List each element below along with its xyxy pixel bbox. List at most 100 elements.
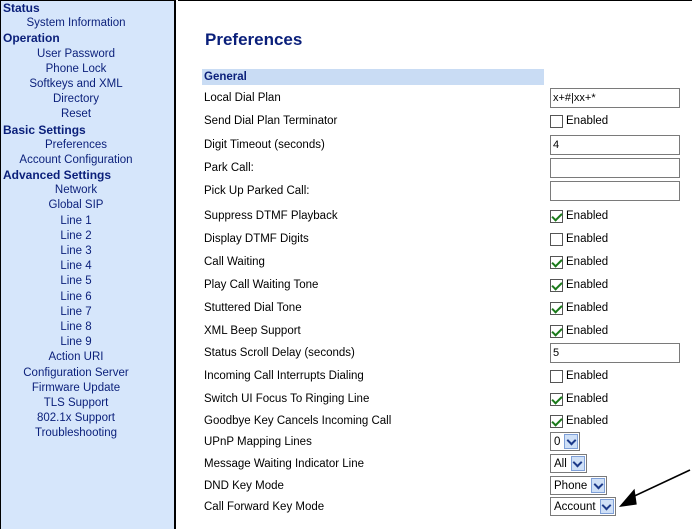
settings-row: Send Dial Plan Terminator Enabled <box>202 111 682 133</box>
setting-control <box>550 343 680 363</box>
nav-section-title: Advanced Settings <box>3 168 112 183</box>
sidebar-item-tls-support[interactable]: TLS Support <box>1 396 151 411</box>
setting-label: Incoming Call Interrupts Dialing <box>204 370 364 382</box>
checked-checkbox-icon[interactable] <box>550 210 563 223</box>
unchecked-checkbox-icon[interactable] <box>550 233 563 246</box>
sidebar-item-802-1x-support[interactable]: 802.1x Support <box>1 411 151 426</box>
setting-label: Park Call: <box>204 162 254 174</box>
setting-label: Goodbye Key Cancels Incoming Call <box>204 415 392 427</box>
enabled-checkbox-wrap: Enabled <box>550 389 608 409</box>
sidebar-item-line-7[interactable]: Line 7 <box>1 305 151 320</box>
sidebar-item-action-uri[interactable]: Action URI <box>1 350 151 365</box>
checked-checkbox-icon[interactable] <box>550 325 563 338</box>
setting-select[interactable]: All <box>550 454 587 473</box>
enabled-checkbox-wrap: Enabled <box>550 252 608 272</box>
setting-select[interactable]: Phone <box>550 476 608 495</box>
select-value: Phone <box>554 479 588 492</box>
setting-label: Switch UI Focus To Ringing Line <box>204 393 370 405</box>
setting-label: UPnP Mapping Lines <box>204 436 312 448</box>
enabled-checkbox-wrap: Enabled <box>550 111 608 131</box>
checked-checkbox-icon[interactable] <box>550 415 563 428</box>
section-header: General <box>202 69 544 85</box>
sidebar-item-line-3[interactable]: Line 3 <box>1 244 151 259</box>
sidebar-item-line-1[interactable]: Line 1 <box>1 214 151 229</box>
sidebar-item-system-information[interactable]: System Information <box>1 16 151 31</box>
sidebar-item-phone-lock[interactable]: Phone Lock <box>1 62 151 77</box>
checkbox-label: Enabled <box>566 302 609 314</box>
sidebar-item-global-sip[interactable]: Global SIP <box>1 198 151 213</box>
nav-group: Operation User Password Phone Lock Softkeys… <box>1 31 174 122</box>
setting-text-input[interactable] <box>550 158 680 178</box>
setting-control: Enabled <box>550 275 608 295</box>
enabled-checkbox-wrap: Enabled <box>550 229 608 249</box>
sidebar-item-line-4[interactable]: Line 4 <box>1 259 151 274</box>
checkbox-label: Enabled <box>566 415 609 427</box>
unchecked-checkbox-icon[interactable] <box>550 115 563 128</box>
sidebar-item-user-password[interactable]: User Password <box>1 47 151 62</box>
sidebar-item-line-9[interactable]: Line 9 <box>1 335 151 350</box>
setting-control: Phone <box>550 476 608 495</box>
sidebar-item-softkeys-and-xml[interactable]: Softkeys and XML <box>1 77 151 92</box>
setting-control: Enabled <box>550 389 608 409</box>
enabled-checkbox-wrap: Enabled <box>550 275 608 295</box>
sidebar-item-preferences[interactable]: Preferences <box>1 138 151 153</box>
settings-row: Pick Up Parked Call: <box>202 181 682 203</box>
setting-text-input[interactable] <box>550 135 680 155</box>
settings-row: Local Dial Plan <box>202 88 682 110</box>
setting-control <box>550 88 680 108</box>
setting-text-input[interactable] <box>550 343 680 363</box>
sidebar-item-line-5[interactable]: Line 5 <box>1 274 151 289</box>
sidebar-item-configuration-server[interactable]: Configuration Server <box>1 366 151 381</box>
checked-checkbox-icon[interactable] <box>550 279 563 292</box>
checkbox-label: Enabled <box>566 325 609 337</box>
setting-text-input[interactable] <box>550 181 680 201</box>
page-title: Preferences <box>205 30 303 49</box>
sidebar-item-firmware-update[interactable]: Firmware Update <box>1 381 151 396</box>
sidebar-item-account-configuration[interactable]: Account Configuration <box>1 153 151 168</box>
sidebar: Status System Information Operation User Pa… <box>0 0 176 529</box>
unchecked-checkbox-icon[interactable] <box>550 370 563 383</box>
settings-row: Display DTMF Digits Enabled <box>202 229 682 251</box>
sidebar-item-line-2[interactable]: Line 2 <box>1 229 151 244</box>
setting-control: Enabled <box>550 229 608 249</box>
sidebar-item-directory[interactable]: Directory <box>1 92 151 107</box>
sidebar-item-reset[interactable]: Reset <box>1 107 151 122</box>
setting-text-input[interactable] <box>550 88 680 108</box>
setting-control <box>550 181 680 201</box>
settings-row: Park Call: <box>202 158 682 180</box>
setting-control: All <box>550 454 587 473</box>
callout-arrow-icon <box>618 469 691 508</box>
checked-checkbox-icon[interactable] <box>550 393 563 406</box>
select-value: 0 <box>554 435 561 448</box>
setting-label: Suppress DTMF Playback <box>204 210 338 222</box>
setting-control <box>550 158 680 178</box>
setting-control: Enabled <box>550 298 608 318</box>
settings-row: Status Scroll Delay (seconds) <box>202 343 682 365</box>
setting-label: DND Key Mode <box>204 480 284 492</box>
sidebar-item-troubleshooting[interactable]: Troubleshooting <box>1 426 151 441</box>
checkbox-label: Enabled <box>566 370 609 382</box>
setting-control: Enabled <box>550 366 608 386</box>
sidebar-item-line-8[interactable]: Line 8 <box>1 320 151 335</box>
settings-row: Incoming Call Interrupts Dialing Enabled <box>202 366 682 388</box>
setting-control: Enabled <box>550 411 608 431</box>
select-value: Account <box>554 500 596 513</box>
setting-select[interactable]: 0 <box>550 432 581 451</box>
setting-control <box>550 135 680 155</box>
main-content: Preferences General Local Dial Plan Send … <box>178 0 692 529</box>
checked-checkbox-icon[interactable] <box>550 256 563 269</box>
setting-control: Enabled <box>550 206 608 226</box>
nav-section-title: Operation <box>3 31 60 46</box>
sidebar-item-line-6[interactable]: Line 6 <box>1 290 151 305</box>
enabled-checkbox-wrap: Enabled <box>550 321 608 341</box>
checkbox-label: Enabled <box>566 256 609 268</box>
enabled-checkbox-wrap: Enabled <box>550 366 608 386</box>
sidebar-item-network[interactable]: Network <box>1 183 151 198</box>
checkbox-label: Enabled <box>566 210 609 222</box>
chevron-down-icon[interactable] <box>570 456 585 471</box>
chevron-down-icon[interactable] <box>564 434 579 449</box>
setting-label: Call Forward Key Mode <box>204 501 325 513</box>
checked-checkbox-icon[interactable] <box>550 302 563 315</box>
enabled-checkbox-wrap: Enabled <box>550 298 608 318</box>
nav-group: Status System Information <box>1 1 174 31</box>
